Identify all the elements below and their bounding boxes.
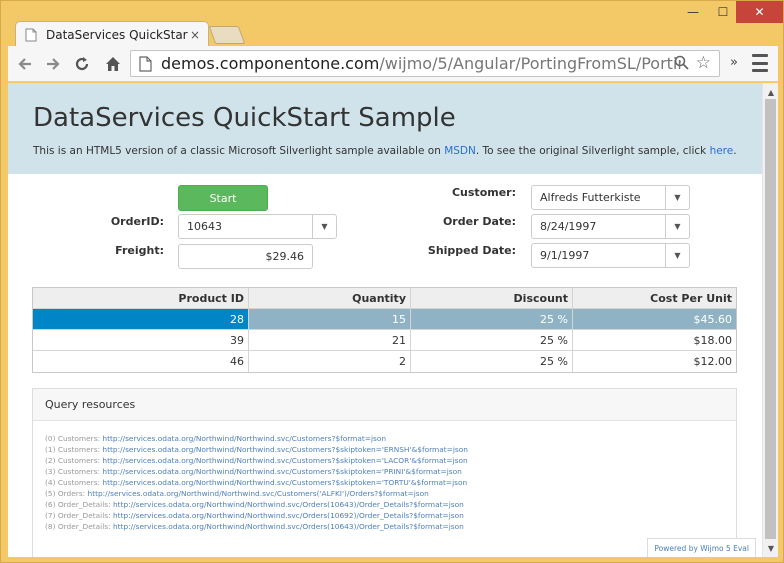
scrollbar-thumb[interactable] xyxy=(765,99,776,539)
column-header[interactable]: Discount xyxy=(411,288,573,308)
new-tab-button[interactable] xyxy=(208,26,246,44)
table-cell[interactable]: 46 xyxy=(33,351,249,372)
query-link[interactable]: http://services.odata.org/Northwind/Nort… xyxy=(102,478,467,487)
address-bar[interactable]: demos.componentone.com/wijmo/5/Angular/P… xyxy=(130,50,720,77)
vertical-scrollbar[interactable]: ▲ ▼ xyxy=(762,83,778,557)
order-details-grid[interactable]: Product ID Quantity Discount Cost Per Un… xyxy=(32,287,737,373)
table-row[interactable]: 28 15 25 % $45.60 xyxy=(33,309,736,330)
shipped-date-value: 9/1/1997 xyxy=(540,249,590,262)
grid-header-row: Product ID Quantity Discount Cost Per Un… xyxy=(33,288,736,309)
list-item: (2) Customers: http://services.odata.org… xyxy=(45,456,468,465)
start-button[interactable]: Start xyxy=(178,185,268,211)
list-item: (8) Order_Details: http://services.odata… xyxy=(45,522,464,531)
powered-by-badge[interactable]: Powered by Wijmo 5 Eval xyxy=(647,538,756,557)
page-favicon-icon xyxy=(25,28,37,41)
tab-close-icon[interactable]: × xyxy=(188,28,202,42)
tab-strip: DataServices QuickStart Sa × — ☐ ✕ xyxy=(1,1,783,47)
query-link[interactable]: http://services.odata.org/Northwind/Nort… xyxy=(102,467,461,476)
list-item: (3) Customers: http://services.odata.org… xyxy=(45,467,462,476)
browser-window: DataServices QuickStart Sa × — ☐ ✕ demos… xyxy=(0,0,784,563)
list-item: (7) Order_Details: http://services.odata… xyxy=(45,511,464,520)
extensions-overflow-button[interactable]: » xyxy=(730,55,738,70)
table-cell[interactable]: 21 xyxy=(249,330,411,350)
list-item: (4) Customers: http://services.odata.org… xyxy=(45,478,468,487)
query-link[interactable]: http://services.odata.org/Northwind/Nort… xyxy=(102,456,467,465)
table-cell[interactable]: 25 % xyxy=(411,309,573,329)
panel-heading: Query resources xyxy=(33,389,736,421)
table-cell[interactable]: $12.00 xyxy=(573,351,736,372)
table-row[interactable]: 46 2 25 % $12.00 xyxy=(33,351,736,372)
table-cell[interactable]: 28 xyxy=(33,309,249,329)
chevron-down-icon[interactable]: ▼ xyxy=(665,215,689,238)
query-link[interactable]: http://services.odata.org/Northwind/Nort… xyxy=(113,511,464,520)
page-viewport: DataServices QuickStart Sample This is a… xyxy=(8,83,778,557)
order-id-combo[interactable]: 10643 ▼ xyxy=(178,214,337,239)
table-cell[interactable]: 25 % xyxy=(411,330,573,350)
table-cell[interactable]: 2 xyxy=(249,351,411,372)
order-id-value: 10643 xyxy=(187,220,222,233)
chevron-down-icon[interactable]: ▼ xyxy=(312,215,336,238)
table-cell[interactable]: $18.00 xyxy=(573,330,736,350)
column-header[interactable]: Product ID xyxy=(33,288,249,308)
page-subtitle: This is an HTML5 version of a classic Mi… xyxy=(33,145,737,157)
close-window-button[interactable]: ✕ xyxy=(736,1,783,23)
query-link[interactable]: http://services.odata.org/Northwind/Nort… xyxy=(102,445,468,454)
shipped-date-picker[interactable]: 9/1/1997 ▼ xyxy=(531,243,690,268)
url-text: demos.componentone.com/wijmo/5/Angular/P… xyxy=(161,54,681,73)
url-path: /wijmo/5/Angular/PortingFromSL/PortingFr… xyxy=(379,54,681,73)
table-cell[interactable]: 25 % xyxy=(411,351,573,372)
query-link[interactable]: http://services.odata.org/Northwind/Nort… xyxy=(88,489,429,498)
query-link[interactable]: http://services.odata.org/Northwind/Nort… xyxy=(102,434,386,443)
page-title: DataServices QuickStart Sample xyxy=(33,103,456,133)
scroll-down-icon[interactable]: ▼ xyxy=(763,541,778,555)
query-link[interactable]: http://services.odata.org/Northwind/Nort… xyxy=(113,500,464,509)
customer-value: Alfreds Futterkiste xyxy=(540,191,641,204)
freight-label: Freight: xyxy=(115,244,164,257)
home-icon[interactable] xyxy=(102,53,124,75)
table-cell[interactable]: 39 xyxy=(33,330,249,350)
customer-combo[interactable]: Alfreds Futterkiste ▼ xyxy=(531,185,690,210)
hamburger-menu-icon[interactable] xyxy=(752,54,768,72)
order-date-value: 8/24/1997 xyxy=(540,220,597,233)
list-item: (6) Order_Details: http://services.odata… xyxy=(45,500,464,509)
freight-value: $29.46 xyxy=(265,250,305,263)
browser-toolbar: demos.componentone.com/wijmo/5/Angular/P… xyxy=(8,46,778,82)
magnifier-icon[interactable] xyxy=(674,55,689,74)
page-icon xyxy=(139,55,152,72)
query-list: (0) Customers: http://services.odata.org… xyxy=(33,421,736,532)
order-id-label: OrderID: xyxy=(110,215,164,228)
page-header: DataServices QuickStart Sample This is a… xyxy=(8,83,762,174)
table-row[interactable]: 39 21 25 % $18.00 xyxy=(33,330,736,351)
customer-label: Customer: xyxy=(451,186,516,199)
arrow-right-icon[interactable] xyxy=(42,53,64,75)
reload-icon[interactable] xyxy=(71,53,93,75)
query-resources-panel: Query resources (0) Customers: http://se… xyxy=(32,388,737,557)
freight-input[interactable]: $29.46 xyxy=(178,244,313,269)
arrow-left-icon[interactable] xyxy=(14,53,36,75)
shipped-date-label: Shipped Date: xyxy=(427,244,516,257)
url-host: demos.componentone.com xyxy=(161,54,380,73)
chevron-down-icon[interactable]: ▼ xyxy=(665,244,689,267)
tab-title: DataServices QuickStart Sa xyxy=(46,27,188,42)
list-item: (5) Orders: http://services.odata.org/No… xyxy=(45,489,429,498)
chevron-down-icon[interactable]: ▼ xyxy=(665,186,689,209)
msdn-link[interactable]: MSDN xyxy=(444,145,476,157)
list-item: (1) Customers: http://services.odata.org… xyxy=(45,445,468,454)
table-cell[interactable]: 15 xyxy=(249,309,411,329)
order-date-picker[interactable]: 8/24/1997 ▼ xyxy=(531,214,690,239)
column-header[interactable]: Quantity xyxy=(249,288,411,308)
list-item: (0) Customers: http://services.odata.org… xyxy=(45,434,387,443)
order-date-label: Order Date: xyxy=(442,215,516,228)
star-icon[interactable]: ☆ xyxy=(696,53,711,73)
scroll-up-icon[interactable]: ▲ xyxy=(763,85,778,99)
here-link[interactable]: here xyxy=(710,145,734,157)
query-link[interactable]: http://services.odata.org/Northwind/Nort… xyxy=(113,522,464,531)
table-cell[interactable]: $45.60 xyxy=(573,309,736,329)
column-header[interactable]: Cost Per Unit xyxy=(573,288,736,308)
browser-tab[interactable]: DataServices QuickStart Sa × xyxy=(15,21,209,47)
